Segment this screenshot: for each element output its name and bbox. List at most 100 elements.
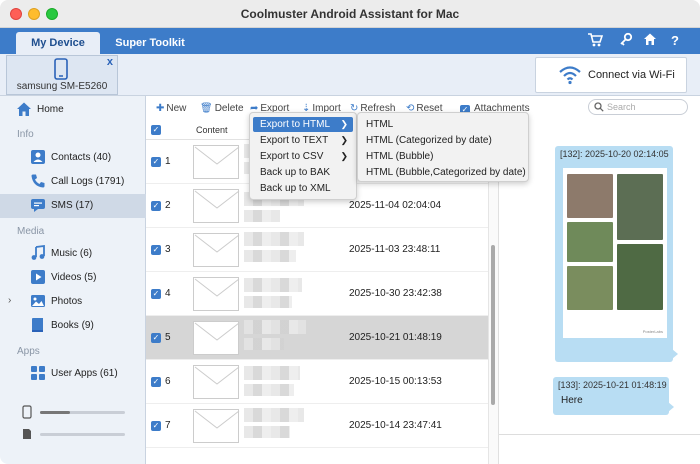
content-column-header[interactable]: Content [196,125,228,135]
contacts-icon [31,150,45,164]
redacted-content [244,232,304,246]
envelope-icon [193,277,240,311]
sidebar-item-contacts[interactable]: Contacts (40) [0,146,146,170]
row-checkbox[interactable]: ✓ [151,421,161,431]
menu-item-export-csv[interactable]: Export to CSV ❯ [253,149,353,164]
row-number: 3 [165,244,171,255]
connect-wifi-button[interactable]: Connect via Wi-Fi [535,57,687,93]
wifi-icon [559,66,581,85]
device-card[interactable]: x samsung SM-E5260 [6,55,118,95]
main-nav: My Device Super Toolkit ? [0,28,700,54]
plus-icon: ✚ [156,103,165,114]
menu-item-export-text[interactable]: Export to TEXT ❯ [253,133,353,148]
sidebar-item-label: Music (6) [51,248,93,259]
new-button[interactable]: ✚ New [156,103,186,114]
row-checkbox[interactable]: ✓ [151,201,161,211]
menu-item-export-html[interactable]: Export to HTML ❯ [253,117,353,132]
cart-icon[interactable] [586,32,604,50]
key-icon[interactable] [617,32,635,50]
sidebar-item-label: Call Logs (1791) [51,176,125,187]
table-row[interactable]: ✓ 6 2025-10-15 00:13:53 [146,360,488,404]
sidebar-item-label: Photos [51,296,83,307]
sidebar-item-label: Contacts (40) [51,152,112,163]
submenu-item-html-bubble-by-date[interactable]: HTML (Bubble,Categorized by date) [366,165,526,180]
search-icon [594,102,604,112]
redacted-content [244,408,304,422]
table-row[interactable]: ✓ 7 2025-10-14 23:47:41 [146,404,488,448]
music-icon [31,245,45,260]
disconnect-device-icon[interactable]: x [107,56,113,68]
select-all-checkbox[interactable]: ✓ [151,125,161,135]
bubble-tail [668,402,674,412]
photo-tile [617,174,663,240]
sidebar-item-label: User Apps (61) [51,368,118,379]
sidebar-item-videos[interactable]: Videos (5) [0,266,146,290]
export-html-submenu: HTML HTML (Categorized by date) HTML (Bu… [357,112,529,182]
sidebar-item-label: Books (9) [51,320,94,331]
row-date: 2025-10-15 00:13:53 [349,376,442,387]
search-input[interactable]: Search [588,99,688,115]
photo-tile [567,222,613,262]
tab-my-device[interactable]: My Device [16,32,100,54]
sidebar-section-media: Media [17,226,45,237]
redacted-content [244,426,290,438]
sidebar-item-photos[interactable]: › Photos [0,290,146,314]
sidebar-item-music[interactable]: Music (6) [0,242,146,266]
sidebar-section-apps: Apps [17,346,40,357]
envelope-icon [193,409,240,443]
photo-icon [31,295,45,307]
row-checkbox[interactable]: ✓ [151,289,161,299]
help-icon[interactable]: ? [666,32,684,50]
sidebar-item-home[interactable]: Home [0,98,146,122]
row-number: 4 [165,288,171,299]
video-icon [31,270,45,284]
row-number: 5 [165,332,171,343]
chevron-right-icon: ❯ [340,119,348,129]
scroll-thumb[interactable] [491,245,495,405]
row-checkbox[interactable]: ✓ [151,157,161,167]
table-row[interactable]: ✓ 3 2025-11-03 23:48:11 [146,228,488,272]
row-date: 2025-10-21 01:48:19 [349,332,442,343]
row-checkbox[interactable]: ✓ [151,333,161,343]
home-icon[interactable] [641,32,659,50]
sidebar-item-label: Videos (5) [51,272,97,283]
window-title: Coolmuster Android Assistant for Mac [240,7,460,21]
message-photo[interactable]: PosterLabs [563,168,667,338]
envelope-icon [193,365,240,399]
submenu-item-html-by-date[interactable]: HTML (Categorized by date) [366,133,492,148]
sidebar-item-label: Home [37,104,64,115]
message-text: Here [561,395,583,406]
phone-device-icon [54,58,68,80]
row-date: 2025-11-04 02:04:04 [349,200,442,211]
sidebar-item-books[interactable]: Books (9) [0,314,146,338]
row-number: 6 [165,376,171,387]
row-number: 7 [165,420,171,431]
sidebar-item-call-logs[interactable]: Call Logs (1791) [0,170,146,194]
row-date: 2025-10-14 23:47:41 [349,420,442,431]
redacted-content [244,338,284,350]
device-name: samsung SM-E5260 [16,81,108,92]
menu-item-backup-xml[interactable]: Back up to XML [253,181,353,196]
phone-storage-icon [22,405,32,419]
message-time: [133]: 2025-10-21 01:48:19 [558,380,667,390]
table-row[interactable]: ✓ 5 2025-10-21 01:48:19 [146,316,488,360]
row-checkbox[interactable]: ✓ [151,245,161,255]
delete-button[interactable]: 🗑 Delete [200,103,244,114]
row-date: 2025-10-30 23:42:38 [349,288,442,299]
sms-icon [31,199,45,212]
envelope-icon [193,233,240,267]
message-time: [132]: 2025-10-20 02:14:05 [560,149,669,159]
submenu-item-html-bubble[interactable]: HTML (Bubble) [366,149,433,164]
row-checkbox[interactable]: ✓ [151,377,161,387]
redacted-content [244,320,306,334]
redacted-content [244,366,300,380]
tab-super-toolkit[interactable]: Super Toolkit [108,32,192,54]
chevron-right-icon[interactable]: › [8,295,11,306]
sidebar-item-user-apps[interactable]: User Apps (61) [0,362,146,386]
sidebar-item-sms[interactable]: SMS (17) [0,194,146,218]
submenu-item-html[interactable]: HTML [366,117,393,132]
phone-storage-fill [40,411,70,414]
menu-item-backup-bak[interactable]: Back up to BAK [253,165,353,180]
reply-input[interactable] [499,434,700,464]
table-row[interactable]: ✓ 4 2025-10-30 23:42:38 [146,272,488,316]
